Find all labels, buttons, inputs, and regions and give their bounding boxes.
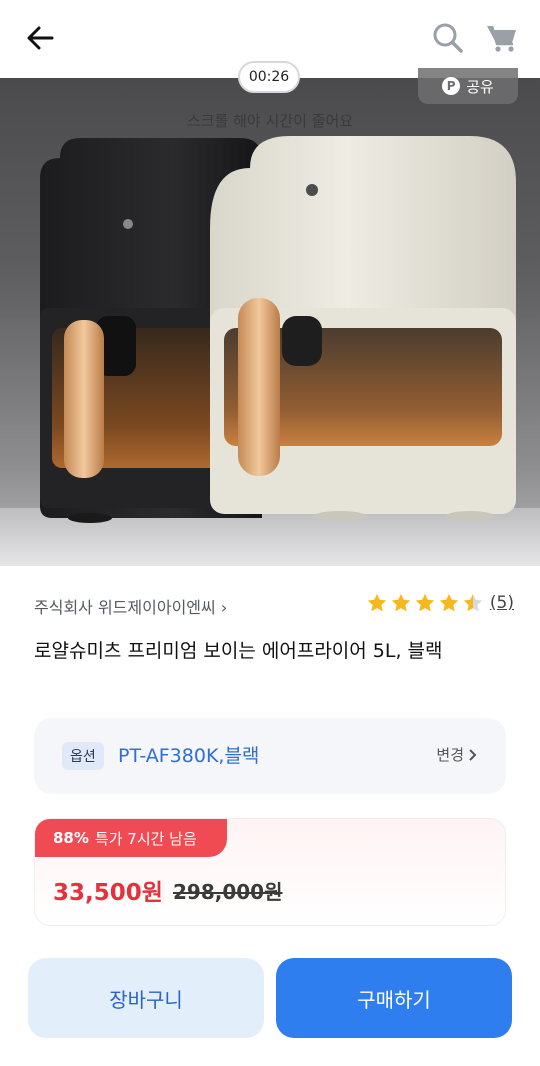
star-full-icon bbox=[415, 593, 435, 612]
cart-button[interactable] bbox=[482, 18, 522, 58]
star-full-icon bbox=[439, 593, 459, 612]
option-change-button[interactable]: 변경 bbox=[436, 744, 478, 765]
review-count[interactable]: (5) bbox=[490, 593, 514, 613]
cart-icon bbox=[487, 25, 516, 52]
chevron-right-icon bbox=[469, 748, 477, 761]
rating[interactable]: (5) bbox=[366, 592, 514, 614]
timer-badge: 00:26 bbox=[238, 61, 300, 93]
sale-price: 33,500원 bbox=[53, 880, 163, 906]
buy-now-button[interactable]: 구매하기 bbox=[276, 958, 512, 1038]
point-badge-icon: P bbox=[442, 77, 461, 95]
seller-name: 주식회사 위드제이아이엔씨 bbox=[34, 598, 216, 617]
option-tag: 옵션 bbox=[62, 742, 104, 770]
search-button[interactable] bbox=[428, 18, 468, 58]
scroll-hint-text: 스크롤 해야 시간이 줄어요 bbox=[186, 112, 354, 130]
option-value: PT-AF380K,블랙 bbox=[118, 745, 260, 767]
chevron-right-icon: › bbox=[220, 598, 228, 617]
share-button[interactable]: P 공유 bbox=[418, 68, 518, 104]
discount-rate: 88% bbox=[53, 829, 89, 847]
search-icon bbox=[433, 23, 463, 53]
back-button[interactable] bbox=[20, 18, 60, 58]
star-full-icon bbox=[367, 593, 387, 612]
air-fryer-illustration bbox=[0, 136, 540, 566]
product-title: 로얄슈미츠 프리미엄 보이는 에어프라이어 5L, 블랙 bbox=[34, 640, 443, 662]
option-selector[interactable]: 옵션 PT-AF380K,블랙 변경 bbox=[34, 718, 506, 794]
original-price: 298,000원 bbox=[173, 880, 283, 904]
deal-countdown: 특가 7시간 남음 bbox=[94, 829, 197, 848]
deal-banner: 88% 특가 7시간 남음 bbox=[35, 819, 227, 857]
price-card: 88% 특가 7시간 남음 33,500원 298,000원 bbox=[34, 818, 506, 926]
product-image[interactable] bbox=[0, 78, 540, 566]
star-half-icon bbox=[463, 593, 483, 612]
share-label: 공유 bbox=[466, 77, 494, 96]
arrow-left-icon bbox=[27, 26, 54, 50]
add-to-cart-button[interactable]: 장바구니 bbox=[28, 958, 264, 1038]
star-full-icon bbox=[391, 593, 411, 612]
change-label: 변경 bbox=[436, 746, 464, 764]
seller-link[interactable]: 주식회사 위드제이아이엔씨 › bbox=[34, 594, 227, 618]
